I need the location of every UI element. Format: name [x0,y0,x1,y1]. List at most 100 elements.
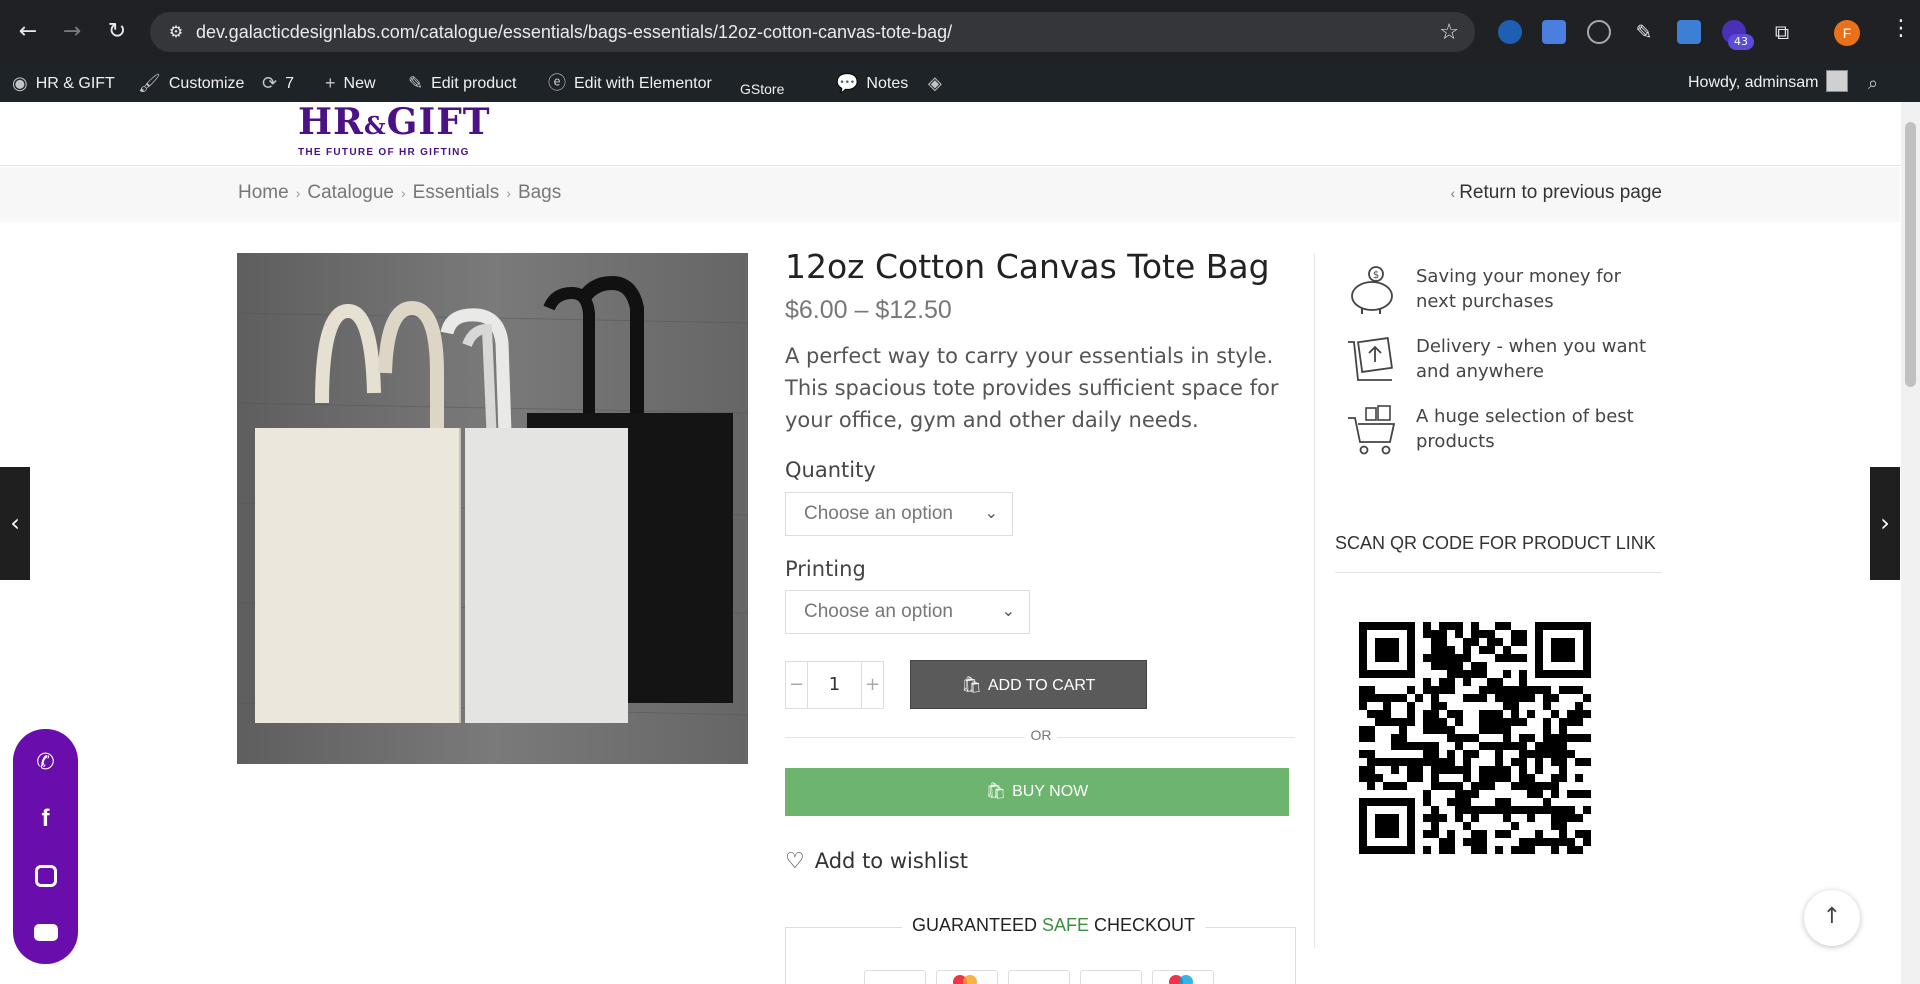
instagram-icon[interactable] [13,855,78,895]
bookmark-star-icon[interactable]: ☆ [1439,20,1459,45]
amex-card-icon [1080,970,1142,984]
user-avatar [1826,70,1849,92]
site-settings-icon[interactable]: ⚙ [166,22,186,42]
arrow-up-icon: ↑ [1822,904,1842,929]
admin-updates-link[interactable]: ⟳ 7 [262,64,294,102]
scroll-to-top-button[interactable]: ↑ [1804,890,1860,946]
shopping-bag-icon: 🛍 [985,783,1007,800]
piggy-bank-icon: $ [1351,266,1393,314]
delivery-box-icon [1348,337,1393,381]
site-header: HR&GIFT THE FUTURE OF HR GIFTING [0,102,1920,166]
speech-bubble-icon: 💬 [836,73,859,93]
wordpress-extension-icon[interactable] [1498,20,1522,44]
safe-checkout-title: GUARANTEED SAFE CHECKOUT [902,915,1206,936]
admin-search-icon[interactable]: ⌕ [1868,64,1886,102]
chevron-left-icon: ‹ [10,509,20,537]
qty-plus-button[interactable]: + [861,662,883,708]
admin-new-link[interactable]: + New [325,64,376,102]
breadcrumb-bags[interactable]: Bags [518,182,561,203]
maestro-card-icon [1152,970,1214,984]
color-picker-extension-icon[interactable]: ✎ [1632,20,1656,44]
updates-icon: ⟳ [262,73,278,93]
extension-badge: 43 [1728,34,1754,50]
admin-diamond-link[interactable]: ◈ [928,64,950,102]
scrollbar-thumb[interactable] [1905,122,1916,387]
breadcrumb-bar: Home › Catalogue › Essentials › Bags ‹ Return t… [0,167,1900,222]
breadcrumb-separator-icon: › [506,185,511,201]
qr-section-title: SCAN QR CODE FOR PRODUCT LINK [1335,533,1656,553]
admin-edit-elementor-link[interactable]: ⓔ Edit with Elementor [548,64,712,102]
product-description: A perfect way to carry your essentials i… [785,344,1279,432]
previous-product-arrow[interactable]: ‹ [0,467,30,580]
admin-site-link[interactable]: ◉ HR & GIFT [12,64,115,102]
product-price: $6.00 – $12.50 [785,296,952,324]
breadcrumb-home[interactable]: Home [238,182,289,203]
qr-title-underline [1335,572,1662,573]
product-image[interactable] [237,253,748,764]
chevron-right-icon: › [1880,509,1890,537]
quantity-label: Quantity [785,458,876,482]
browser-toolbar: ← → ↻ ⚙ dev.galacticdesignlabs.com/catal… [0,0,1920,64]
tote-bags-photo [237,253,748,764]
site-logo[interactable]: HR&GIFT THE FUTURE OF HR GIFTING [298,102,490,158]
chevron-left-icon: ‹ [1450,185,1456,201]
quantity-stepper: − 1 + [785,661,884,709]
printing-label: Printing [785,557,866,581]
dashboard-icon: ◉ [12,73,28,93]
admin-notes-link[interactable]: 💬 Notes [836,64,908,102]
qty-input[interactable]: 1 [808,662,861,708]
buy-now-button[interactable]: 🛍 BUY NOW [785,768,1289,816]
diamond-icon: ◈ [928,73,942,93]
admin-customize-link[interactable]: 🖌 Customize [138,64,244,102]
page-scrollbar[interactable] [1901,102,1920,984]
admin-edit-product-link[interactable]: ✎ Edit product [408,64,516,102]
breadcrumb: Home › Catalogue › Essentials › Bags [238,167,561,219]
heart-icon: ♡ [785,849,805,874]
next-product-arrow[interactable]: › [1870,467,1900,580]
logo-tagline: THE FUTURE OF HR GIFTING [298,147,470,158]
translate-extension-icon[interactable] [1542,20,1566,44]
pencil-icon: ✎ [408,73,424,93]
sync-extension-icon[interactable] [1587,20,1611,44]
extensions-puzzle-icon[interactable]: ⧉ [1770,20,1794,44]
feature-item: $ Saving your money for next purchases [1346,264,1666,324]
qty-minus-button[interactable]: − [786,662,808,708]
social-sidebar: ✆ f [13,729,78,964]
wp-admin-bar: ◉ HR & GIFT 🖌 Customize ⟳ 7 + New ✎ Edit prod… [0,64,1920,102]
paypal-icon [1008,970,1070,984]
quantity-select[interactable]: Choose an option ⌄ [785,492,1013,536]
shopping-bag-icon: 🛍 [961,677,982,694]
add-to-wishlist-link[interactable]: ♡ Add to wishlist [785,849,968,874]
sidebar-divider [1314,253,1315,948]
mastercard-icon [936,970,998,984]
cart-gifts-icon [1348,405,1396,455]
feature-item: Delivery - when you want and anywhere [1346,334,1666,394]
browser-menu-icon[interactable]: ⋮ [1890,16,1912,41]
reload-icon[interactable]: ↻ [103,18,131,46]
return-to-previous-link[interactable]: ‹ Return to previous page [1451,167,1662,219]
svg-text:$: $ [1373,270,1379,281]
breadcrumb-separator-icon: › [295,185,301,201]
whatsapp-icon[interactable]: ✆ [13,743,78,783]
product-title: 12oz Cotton Canvas Tote Bag [785,247,1270,286]
printing-select[interactable]: Choose an option ⌄ [785,590,1030,634]
screen-capture-extension-icon[interactable] [1677,20,1701,44]
plus-icon: + [325,73,336,93]
url-text[interactable]: dev.galacticdesignlabs.com/catalogue/ess… [196,12,952,52]
chevron-down-icon: ⌄ [1001,603,1015,620]
breadcrumb-essentials[interactable]: Essentials [413,182,500,203]
forward-icon[interactable]: → [58,18,86,46]
facebook-icon[interactable]: f [13,799,78,839]
admin-account-link[interactable]: Howdy, adminsam [1688,64,1849,102]
qr-code[interactable] [1359,622,1591,854]
address-bar[interactable]: ⚙ dev.galacticdesignlabs.com/catalogue/e… [150,12,1475,52]
add-to-cart-button[interactable]: 🛍 ADD TO CART [910,660,1147,709]
profile-avatar[interactable]: F [1834,20,1860,46]
elementor-icon: ⓔ [548,73,566,93]
breadcrumb-catalogue[interactable]: Catalogue [307,182,394,203]
breadcrumb-separator-icon: › [400,185,406,201]
back-icon[interactable]: ← [14,18,42,46]
youtube-icon[interactable] [13,911,78,951]
brush-icon: 🖌 [138,73,161,93]
or-text: OR [1025,727,1057,743]
